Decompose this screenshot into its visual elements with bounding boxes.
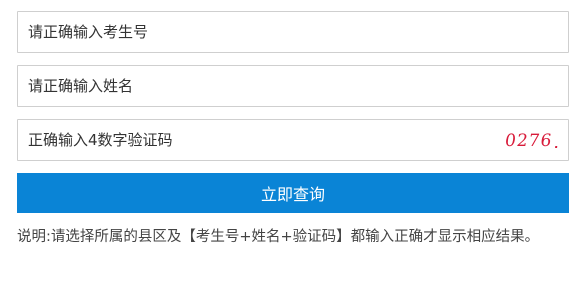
exam-number-input[interactable] [18, 12, 568, 52]
instruction-note: 说明:请选择所属的县区及【考生号+姓名+验证码】都输入正确才显示相应结果。 [17, 229, 540, 245]
exam-number-field [17, 11, 569, 53]
captcha-field: 0276 [17, 119, 569, 161]
captcha-input[interactable] [18, 120, 568, 160]
query-page: 0276 立即查询 说明:请选择所属的县区及【考生号+姓名+验证码】都输入正确才… [0, 0, 582, 303]
captcha-image[interactable]: 0276 [500, 128, 558, 154]
name-field [17, 65, 569, 107]
captcha-code: 0276 [503, 131, 555, 151]
submit-query-button[interactable]: 立即查询 [17, 173, 569, 213]
name-input[interactable] [18, 66, 568, 106]
